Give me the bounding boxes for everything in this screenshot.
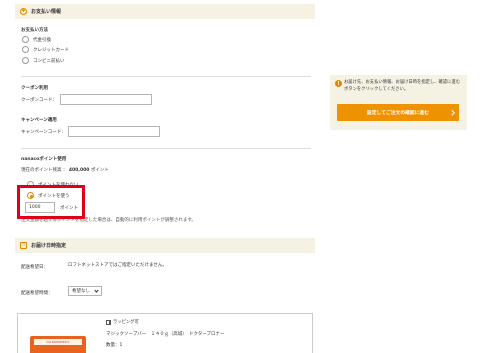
wrapping-label: ラッピング可 [113, 320, 139, 325]
delivery-section-title: お届け日時指定 [31, 243, 67, 249]
divider [21, 76, 311, 77]
delivery-date-note: ロフトネットストアではご指定いただけません。 [68, 263, 167, 268]
delivery-time-selected: 希望なし [72, 289, 90, 294]
chevron-down-icon [94, 288, 99, 293]
payment-section-header: ¥ お支払い情報 [15, 4, 315, 19]
product-name[interactable]: マジックソープバー １４０ｇ（高城） ドクターブロナー [106, 331, 225, 337]
coupon-code-input[interactable] [60, 94, 152, 105]
campaign-heading: キャンペーン適用 [21, 118, 57, 123]
payment-option-credit-card[interactable]: クレジットカード [22, 46, 69, 53]
chevron-right-icon [448, 109, 454, 115]
gift-icon [106, 319, 111, 325]
calendar-icon: ▫ [20, 242, 27, 249]
checkout-form: ¥ お支払い情報 お支払い方法 代金引換 クレジットカード コンビニ前払い クー… [15, 0, 315, 353]
divider [21, 148, 311, 149]
quantity-value: 1 [119, 343, 123, 348]
product-image: DR.BRONNER'S [30, 336, 86, 353]
yen-icon: ¥ [20, 8, 27, 15]
payment-section-title: お支払い情報 [31, 9, 62, 15]
points-balance-value: 400,000 [68, 168, 90, 173]
proceed-to-confirm-button[interactable]: 設定してご注文の確認に進む [337, 104, 459, 121]
payment-option-label: 代金引換 [33, 37, 51, 43]
radio-button[interactable] [22, 36, 29, 43]
payment-option-convenience[interactable]: コンビニ前払い [22, 57, 65, 64]
product-quantity: 数量：1 [106, 342, 122, 348]
instruction-text: お届け先、お支払い情報、お届け日時を指定し、確認に進むボタンをクリックしてくださ… [344, 80, 461, 92]
wrapping-badge: ラッピング可 [106, 319, 139, 325]
payment-option-label: コンビニ前払い [33, 58, 65, 64]
radio-button[interactable] [22, 46, 29, 53]
delivery-time-select[interactable]: 希望なし [68, 286, 102, 296]
radio-button[interactable] [22, 57, 29, 64]
nanaco-heading: nanacoポイント使用 [21, 157, 67, 162]
confirm-button-label: 設定してご注文の確認に進む [366, 111, 430, 116]
payment-method-label: お支払い方法 [21, 28, 48, 33]
delivery-time-label: 配送希望時間： [21, 291, 53, 296]
campaign-code-input[interactable] [68, 126, 160, 137]
payment-option-label: クレジットカード [33, 47, 69, 53]
product-item: DR.BRONNER'S ラッピング可 マジックソープバー １４０ｇ（高城） ド… [17, 313, 313, 353]
delivery-date-label: 配送希望日： [21, 265, 48, 270]
campaign-code-label: キャンペーンコード： [21, 130, 66, 135]
quantity-label: 数量： [106, 343, 120, 348]
points-highlight-box [17, 185, 85, 219]
delivery-section-header: ▫ お届け日時指定 [15, 238, 315, 253]
coupon-heading: クーポン利用 [21, 86, 48, 91]
points-balance: 現在のポイント残高 ： 400,000 ポイント [21, 167, 109, 173]
order-summary-panel: ! お届け先、お支払い情報、お届け日時を指定し、確認に進むボタンをクリックしてく… [330, 75, 467, 130]
info-icon: ! [335, 80, 342, 87]
product-image-label: DR.BRONNER'S [34, 339, 82, 345]
points-balance-label: 現在のポイント残高 ： [21, 168, 68, 173]
coupon-code-label: クーポンコード： [21, 98, 57, 103]
points-balance-unit: ポイント [90, 168, 109, 173]
payment-option-cod[interactable]: 代金引換 [22, 36, 51, 43]
